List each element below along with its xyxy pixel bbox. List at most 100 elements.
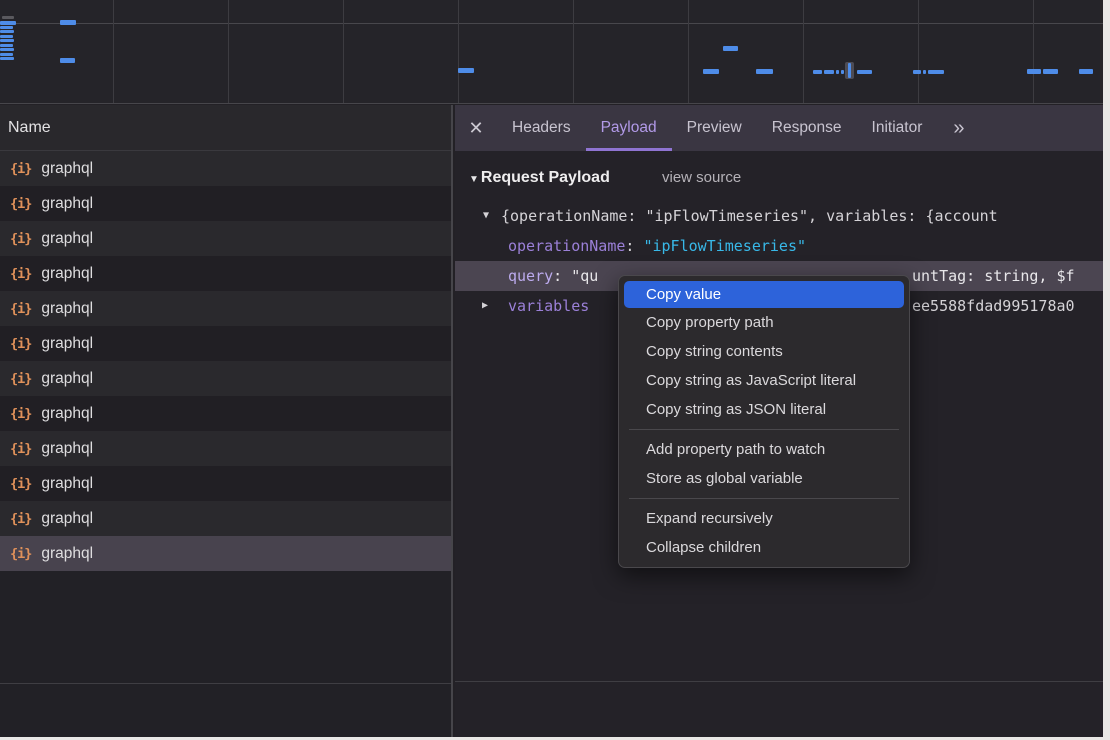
json-braces-icon: {i} — [10, 476, 31, 492]
request-timeline-bar[interactable] — [723, 46, 738, 51]
menu-item-copy-string-as-javascript-literal[interactable]: Copy string as JavaScript literal — [619, 366, 909, 395]
request-timeline-bar[interactable] — [0, 21, 16, 25]
overview-gridline — [343, 0, 344, 103]
request-name: graphql — [41, 440, 93, 458]
request-timeline-bar[interactable] — [824, 70, 834, 74]
property-key: query — [508, 267, 553, 285]
request-row[interactable]: {i} graphql — [0, 466, 451, 501]
menu-item-copy-value[interactable]: Copy value — [624, 281, 904, 308]
request-timeline-bar[interactable] — [60, 58, 75, 63]
tab-response[interactable]: Response — [757, 105, 857, 151]
request-timeline-bar[interactable] — [0, 39, 14, 42]
detail-bottom-divider — [455, 681, 1103, 682]
menu-item-copy-string-as-json-literal[interactable]: Copy string as JSON literal — [619, 395, 909, 424]
request-name: graphql — [41, 160, 93, 178]
request-row[interactable]: {i}graphql — [0, 291, 451, 326]
request-row[interactable]: {i}graphql — [0, 501, 451, 536]
payload-root-row[interactable]: ▼ {operationName: "ipFlowTimeseries", va… — [455, 201, 1103, 231]
request-list: {i} graphql {i} graphql {i} graphql {i} graphql… — [0, 151, 451, 571]
property-value-string: "ipFlowTimeseries" — [643, 237, 806, 255]
network-overview[interactable] — [0, 0, 1103, 104]
request-row[interactable]: {i} graphql — [0, 536, 451, 571]
request-timeline-bar[interactable] — [848, 63, 851, 78]
menu-item-copy-property-path[interactable]: Copy property path — [619, 308, 909, 337]
request-name: graphql — [41, 510, 93, 528]
name-column-header[interactable]: Name — [0, 105, 451, 151]
request-row[interactable]: {i} graphql — [0, 151, 451, 186]
overview-gridline — [918, 0, 919, 103]
menu-item-copy-string-contents[interactable]: Copy string contents — [619, 337, 909, 366]
menu-item-store-as-global-variable[interactable]: Store as global variable — [619, 464, 909, 493]
request-timeline-bar[interactable] — [857, 70, 872, 74]
request-timeline-bar[interactable] — [458, 68, 474, 73]
request-row[interactable]: {i} graphql — [0, 431, 451, 466]
payload-root-preview: {operationName: "ipFlowTimeseries", vari… — [501, 201, 998, 231]
tab-initiator[interactable]: Initiator — [857, 105, 938, 151]
request-timeline-bar[interactable] — [0, 53, 13, 56]
request-timeline-bar[interactable] — [1079, 69, 1093, 74]
operation-name-row[interactable]: operationName: "ipFlowTimeseries" — [455, 231, 1103, 261]
expanded-arrow-icon[interactable]: ▼ — [483, 201, 489, 231]
name-column-label: Name — [8, 119, 51, 137]
more-tabs-button[interactable]: » — [943, 105, 972, 151]
request-timeline-bar[interactable] — [2, 16, 14, 19]
request-timeline-bar[interactable] — [0, 48, 14, 51]
detail-tabs: HeadersPayloadPreviewResponseInitiator — [497, 105, 937, 151]
request-row[interactable]: {i}graphql — [0, 186, 451, 221]
property-value-right: untTag: string, $f — [912, 261, 1075, 291]
chevron-double-right-icon: » — [953, 117, 962, 140]
request-name: graphql — [41, 545, 93, 563]
request-timeline-bar[interactable] — [0, 35, 13, 38]
property-key: operationName — [508, 237, 625, 255]
request-timeline-bar[interactable] — [841, 70, 844, 74]
request-row[interactable]: {i}graphql — [0, 396, 451, 431]
request-timeline-bar[interactable] — [756, 69, 773, 74]
request-row[interactable]: {i}graphql — [0, 361, 451, 396]
menu-item-collapse-children[interactable]: Collapse children — [619, 533, 909, 562]
collapsed-arrow-icon[interactable]: ▶ — [482, 291, 488, 321]
request-timeline-bar[interactable] — [60, 20, 76, 25]
request-payload-section-header[interactable]: ▼ Request Payload — [469, 169, 610, 187]
section-collapse-icon: ▼ — [469, 174, 479, 185]
request-name: graphql — [41, 230, 93, 248]
request-timeline-bar[interactable] — [1043, 69, 1058, 74]
json-braces-icon: {i} — [10, 406, 31, 422]
request-name: graphql — [41, 475, 93, 493]
devtools-window: Name {i}graphql{i}graphql{i}graphql{i}gr… — [0, 0, 1103, 737]
menu-item-add-property-path-to-watch[interactable]: Add property path to watch — [619, 435, 909, 464]
menu-separator — [629, 429, 899, 430]
request-row[interactable]: {i}graphql — [0, 256, 451, 291]
json-braces-icon: {i} — [10, 161, 31, 177]
request-timeline-bar[interactable] — [836, 70, 839, 74]
request-timeline-bar[interactable] — [703, 69, 719, 74]
request-timeline-bar[interactable] — [0, 44, 13, 47]
tab-payload[interactable]: Payload — [586, 105, 672, 151]
request-timeline-bar[interactable] — [0, 57, 14, 60]
close-icon: ✕ — [468, 118, 483, 139]
request-timeline-bar[interactable] — [813, 70, 822, 74]
request-row[interactable]: {i}graphql — [0, 326, 451, 361]
view-source-link[interactable]: view source — [662, 169, 741, 186]
menu-item-expand-recursively[interactable]: Expand recursively — [619, 504, 909, 533]
overview-gridline — [573, 0, 574, 103]
json-braces-icon: {i} — [10, 441, 31, 457]
detail-tab-bar: ✕ HeadersPayloadPreviewResponseInitiator… — [455, 105, 1103, 151]
request-name: graphql — [41, 265, 93, 283]
request-timeline-bar[interactable] — [913, 70, 921, 74]
request-timeline-bar[interactable] — [0, 30, 14, 33]
tab-preview[interactable]: Preview — [672, 105, 757, 151]
close-detail-button[interactable]: ✕ — [455, 105, 497, 151]
json-braces-icon: {i} — [10, 546, 31, 562]
request-timeline-bar[interactable] — [1027, 69, 1041, 74]
overview-gridline — [1033, 0, 1034, 103]
network-request-panel: Name {i}graphql{i}graphql{i}graphql{i}gr… — [0, 105, 453, 737]
request-timeline-bar[interactable] — [928, 70, 944, 74]
overview-gridline — [228, 0, 229, 103]
request-row[interactable]: {i}graphql — [0, 221, 451, 256]
tab-headers[interactable]: Headers — [497, 105, 586, 151]
request-timeline-bar[interactable] — [923, 70, 926, 74]
section-title: Request Payload — [481, 169, 610, 187]
request-timeline-bar[interactable] — [0, 26, 13, 29]
request-name: graphql — [41, 195, 93, 213]
overview-gridline — [803, 0, 804, 103]
